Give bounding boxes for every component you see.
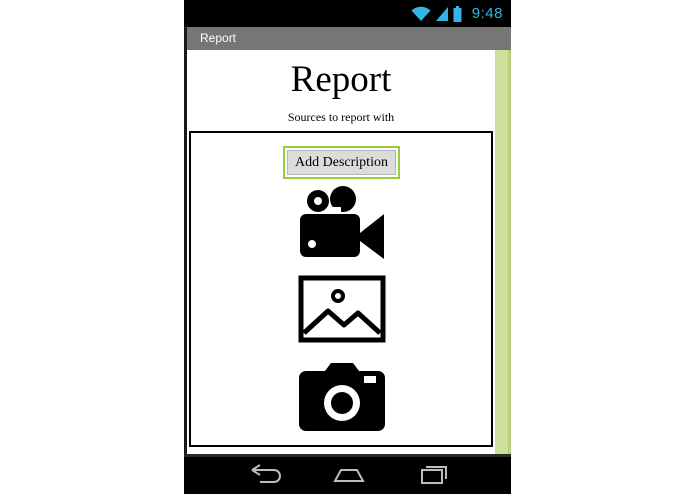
image-source-button[interactable] — [298, 275, 386, 343]
back-icon — [246, 462, 286, 488]
page-subtitle: Sources to report with — [287, 110, 395, 124]
recent-apps-button[interactable] — [414, 462, 454, 488]
battery-icon — [453, 5, 462, 22]
add-description-button[interactable]: Add Description — [283, 146, 400, 179]
video-source-button[interactable] — [298, 185, 386, 263]
wifi-icon — [411, 6, 431, 22]
cell-signal-icon — [435, 6, 449, 22]
home-icon — [329, 462, 369, 488]
add-description-label: Add Description — [287, 150, 396, 175]
status-bar: 9:48 — [184, 0, 511, 27]
back-button[interactable] — [246, 462, 286, 488]
sources-panel: Add Description — [189, 131, 493, 447]
nav-divider — [184, 454, 511, 457]
status-time: 9:48 — [471, 5, 503, 22]
home-button[interactable] — [329, 462, 369, 488]
scrollbar-thumb[interactable] — [508, 50, 511, 454]
page-title: Report — [290, 59, 392, 100]
title-bar: Report — [187, 27, 511, 50]
scrollbar[interactable] — [495, 50, 511, 454]
photo-camera-icon — [298, 361, 386, 433]
status-icons: 9:48 — [411, 0, 503, 27]
image-icon — [298, 275, 386, 343]
navigation-bar — [184, 454, 511, 494]
camera-source-button[interactable] — [298, 361, 386, 433]
recent-apps-icon — [414, 462, 454, 488]
video-camera-icon — [298, 185, 386, 263]
phone-frame: 9:48 Report Report Sources to report wit… — [184, 0, 511, 494]
report-screen: Report Sources to report with Add Descri… — [187, 50, 511, 454]
